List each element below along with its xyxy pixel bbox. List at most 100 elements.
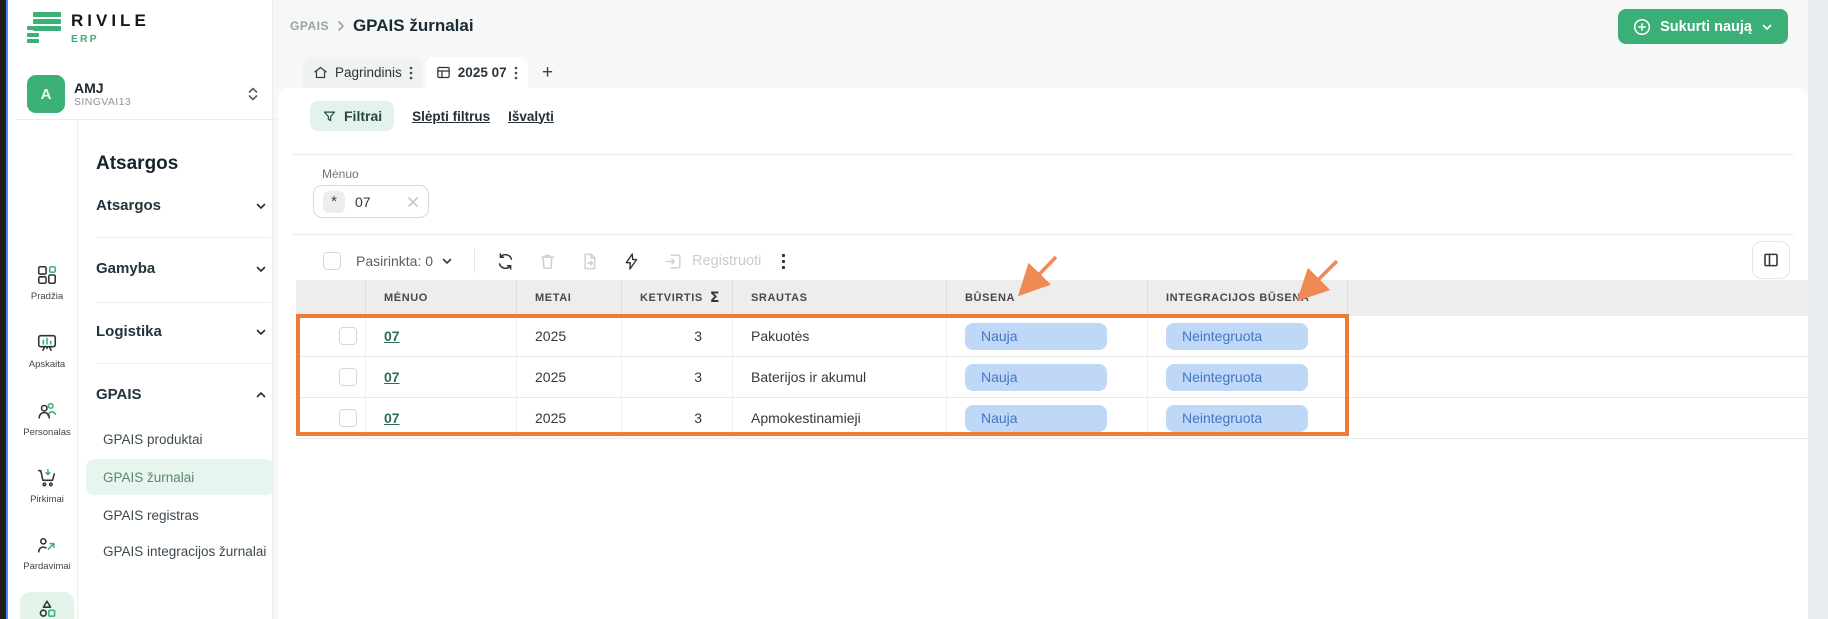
app-logo[interactable]: RIVILE ERP (27, 12, 150, 45)
tab-2025-07[interactable]: 2025 07 (426, 57, 528, 88)
home-icon (313, 65, 328, 80)
hide-filters-link[interactable]: Slėpti filtrus (412, 109, 490, 124)
col-header-integracijos-busena[interactable]: INTEGRACIJOS BŪSENA (1148, 280, 1348, 316)
up-down-chevron-icon (247, 86, 259, 102)
month-link[interactable]: 07 (384, 328, 400, 344)
clear-filters-link[interactable]: Išvalyti (508, 109, 554, 124)
cell-metai: 2025 (517, 316, 622, 356)
view-tabs: Pagrindinis 2025 07 + (303, 57, 565, 88)
menu-divider (96, 237, 271, 238)
chevron-down-icon (1761, 21, 1773, 33)
user-switcher[interactable]: A AMJ SINGVAI13 (27, 74, 259, 114)
filters-row: Filtrai Slėpti filtrus Išvalyti (310, 101, 554, 131)
col-header-metai[interactable]: METAI (517, 280, 622, 316)
refresh-icon[interactable] (496, 252, 515, 271)
chevron-down-icon[interactable] (441, 255, 453, 267)
lightning-icon[interactable] (622, 252, 641, 271)
rail-item-pirkimai[interactable]: Pirkimai (20, 461, 74, 511)
month-filter-label: Mėnuo (322, 167, 359, 181)
kebab-icon[interactable] (409, 66, 413, 80)
add-tab-button[interactable]: + (531, 57, 565, 88)
menu-divider (96, 302, 271, 303)
header-filler (1348, 280, 1808, 316)
create-new-button[interactable]: Sukurti naują (1618, 9, 1788, 44)
menu-item-gpais-registras[interactable]: GPAIS registras (103, 508, 199, 523)
menu-group-logistika[interactable]: Logistika (96, 323, 267, 340)
register-tray-icon (664, 252, 683, 271)
breadcrumb-section[interactable]: GPAIS (290, 19, 329, 33)
chevron-right-icon (337, 20, 345, 32)
cell-ketvirtis: 3 (622, 357, 733, 397)
status-badge: Nauja (965, 405, 1107, 432)
col-header-busena[interactable]: BŪSENA (947, 280, 1148, 316)
header-checkbox-spacer (296, 280, 366, 316)
month-link[interactable]: 07 (384, 369, 400, 385)
module-menu: Atsargos Atsargos Gamyba Logistika GPAIS… (78, 120, 281, 619)
sum-icon[interactable]: Σ (710, 290, 720, 306)
row-checkbox[interactable] (339, 409, 357, 427)
rail-item-personalas[interactable]: Personalas (20, 394, 74, 444)
integration-status-badge: Neintegruota (1166, 364, 1308, 391)
table-toolbar: Pasirinkta: 0 Registruoti (323, 243, 786, 279)
month-link[interactable]: 07 (384, 410, 400, 426)
desktop-edge (0, 0, 8, 619)
clear-value-icon[interactable] (407, 196, 419, 208)
kebab-icon[interactable] (514, 66, 518, 80)
select-all-checkbox[interactable] (323, 252, 341, 270)
cell-srautas: Apmokestinamieji (733, 398, 947, 438)
rail-label: Personalas (23, 427, 71, 438)
menu-group-label: Gamyba (96, 260, 155, 277)
rivile-logo-icon (27, 12, 61, 44)
rail-label: Pradžia (31, 291, 63, 302)
shapes-icon (36, 598, 58, 619)
breadcrumb: GPAIS GPAIS žurnalai (290, 16, 474, 36)
rail-label: Pirkimai (30, 494, 64, 505)
divider (292, 154, 1794, 155)
menu-item-gpais-produktai[interactable]: GPAIS produktai (103, 432, 203, 447)
cell-filler (1348, 357, 1808, 397)
cell-srautas: Pakuotės (733, 316, 947, 356)
create-new-label: Sukurti naują (1660, 19, 1752, 35)
chevron-up-icon (255, 389, 267, 401)
row-checkbox[interactable] (339, 368, 357, 386)
sales-icon (36, 534, 58, 556)
menu-group-gpais[interactable]: GPAIS (96, 386, 267, 403)
people-icon (36, 400, 58, 422)
tab-label: 2025 07 (458, 65, 507, 80)
col-header-menuo[interactable]: MĖNUO (366, 280, 517, 316)
integration-status-badge: Neintegruota (1166, 323, 1308, 350)
cell-metai: 2025 (517, 398, 622, 438)
menu-group-gamyba[interactable]: Gamyba (96, 260, 267, 277)
table-row[interactable]: 07 2025 3 Pakuotės Nauja Neintegruota (296, 316, 1808, 357)
menu-group-atsargos[interactable]: Atsargos (96, 197, 267, 214)
scrollbar[interactable] (1808, 0, 1828, 619)
filters-button-label: Filtrai (344, 108, 382, 124)
brand-name: RIVILE (71, 12, 150, 29)
chevron-down-icon (255, 326, 267, 338)
trash-icon (538, 252, 557, 271)
filters-button[interactable]: Filtrai (310, 101, 394, 131)
column-settings-button[interactable] (1752, 241, 1790, 279)
tab-pagrindinis[interactable]: Pagrindinis (303, 57, 423, 88)
table-row[interactable]: 07 2025 3 Baterijos ir akumul Nauja Nein… (296, 357, 1808, 398)
menu-item-gpais-zurnalai[interactable]: GPAIS žurnalai (86, 459, 274, 495)
wildcard-chip[interactable]: * (323, 191, 345, 213)
rail-label: Pardavimai (23, 561, 71, 572)
table-row[interactable]: 07 2025 3 Apmokestinamieji Nauja Neinteg… (296, 398, 1808, 439)
cell-srautas: Baterijos ir akumul (733, 357, 947, 397)
rail-item-apskaita[interactable]: Apskaita (20, 326, 74, 376)
month-filter-value: 07 (355, 194, 397, 210)
left-panel: RIVILE ERP A AMJ SINGVAI13 Pradžia Aps (8, 0, 273, 619)
menu-item-gpais-integracijos[interactable]: GPAIS integracijos žurnalai (103, 544, 266, 559)
app-window: RIVILE ERP A AMJ SINGVAI13 Pradžia Aps (0, 0, 1828, 619)
row-checkbox[interactable] (339, 327, 357, 345)
rail-item-pardavimai[interactable]: Pardavimai (20, 528, 74, 578)
col-header-srautas[interactable]: SRAUTAS (733, 280, 947, 316)
tab-label: Pagrindinis (335, 65, 402, 80)
col-header-ketvirtis[interactable]: KETVIRTISΣ (622, 280, 733, 316)
divider (292, 234, 1794, 235)
month-filter-input[interactable]: * 07 (313, 185, 429, 218)
rail-item-atsargos[interactable]: Atsargos (20, 592, 74, 619)
toolbar-kebab-icon[interactable] (781, 253, 786, 270)
rail-item-pradzia[interactable]: Pradžia (20, 258, 74, 308)
